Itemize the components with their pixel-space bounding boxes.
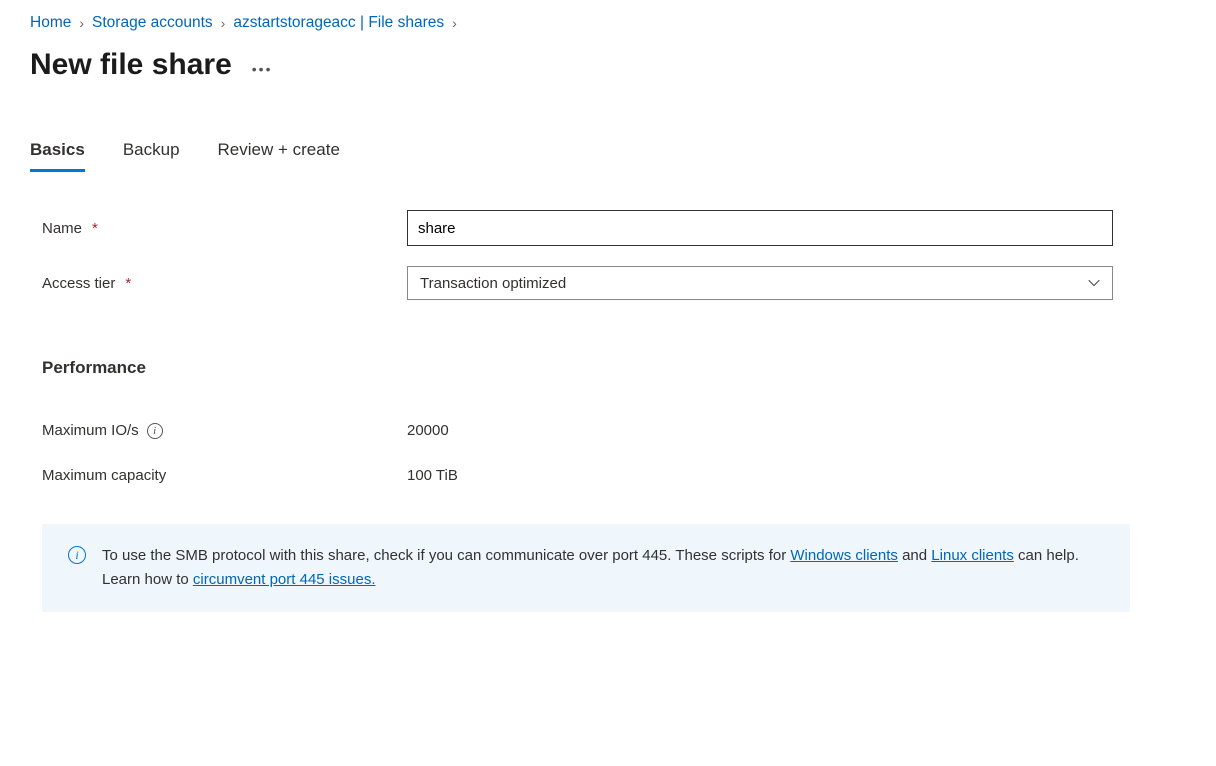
name-label: Name * [30, 220, 407, 237]
max-iops-label: Maximum IO/s i [30, 422, 407, 439]
max-iops-row: Maximum IO/s i 20000 [30, 422, 1130, 439]
tab-basics[interactable]: Basics [30, 140, 85, 170]
link-windows-clients[interactable]: Windows clients [790, 547, 898, 564]
access-tier-control: Transaction optimized [407, 266, 1113, 300]
performance-heading: Performance [30, 358, 1130, 378]
tab-backup[interactable]: Backup [123, 140, 180, 170]
link-linux-clients[interactable]: Linux clients [931, 547, 1014, 564]
page-title: New file share [30, 48, 232, 82]
info-text-2: and [898, 547, 931, 564]
breadcrumb-file-shares[interactable]: azstartstorageacc | File shares [233, 14, 444, 32]
info-box-text: To use the SMB protocol with this share,… [102, 544, 1104, 592]
chevron-right-icon: › [221, 15, 226, 31]
more-actions-button[interactable]: ••• [252, 53, 273, 77]
name-label-text: Name [42, 220, 82, 237]
access-tier-row: Access tier * Transaction optimized [30, 266, 1130, 300]
info-box: i To use the SMB protocol with this shar… [42, 524, 1130, 612]
breadcrumb-storage-accounts[interactable]: Storage accounts [92, 14, 213, 32]
title-row: New file share ••• [30, 48, 1186, 82]
name-row: Name * [30, 210, 1130, 246]
info-icon[interactable]: i [147, 423, 163, 439]
max-capacity-label: Maximum capacity [30, 467, 407, 484]
breadcrumb-home[interactable]: Home [30, 14, 71, 32]
chevron-right-icon: › [452, 15, 457, 31]
max-capacity-row: Maximum capacity 100 TiB [30, 467, 1130, 484]
max-iops-label-text: Maximum IO/s [42, 422, 139, 439]
name-control [407, 210, 1113, 246]
form-area: Name * Access tier * Transaction optimized… [30, 210, 1130, 612]
max-iops-value: 20000 [407, 422, 449, 439]
name-input[interactable] [407, 210, 1113, 246]
chevron-down-icon [1088, 277, 1100, 289]
required-asterisk: * [125, 275, 131, 292]
tab-review-create[interactable]: Review + create [218, 140, 340, 170]
chevron-right-icon: › [79, 15, 84, 31]
info-icon: i [68, 546, 86, 564]
access-tier-label: Access tier * [30, 275, 407, 292]
max-capacity-label-text: Maximum capacity [42, 467, 166, 484]
access-tier-label-text: Access tier [42, 275, 115, 292]
link-circumvent-port-445[interactable]: circumvent port 445 issues. [193, 571, 376, 588]
max-capacity-value: 100 TiB [407, 467, 458, 484]
access-tier-value: Transaction optimized [420, 275, 566, 292]
info-text-1: To use the SMB protocol with this share,… [102, 547, 790, 564]
tabs: Basics Backup Review + create [30, 140, 1186, 170]
breadcrumb: Home › Storage accounts › azstartstorage… [30, 14, 1186, 32]
required-asterisk: * [92, 220, 98, 237]
access-tier-select[interactable]: Transaction optimized [407, 266, 1113, 300]
